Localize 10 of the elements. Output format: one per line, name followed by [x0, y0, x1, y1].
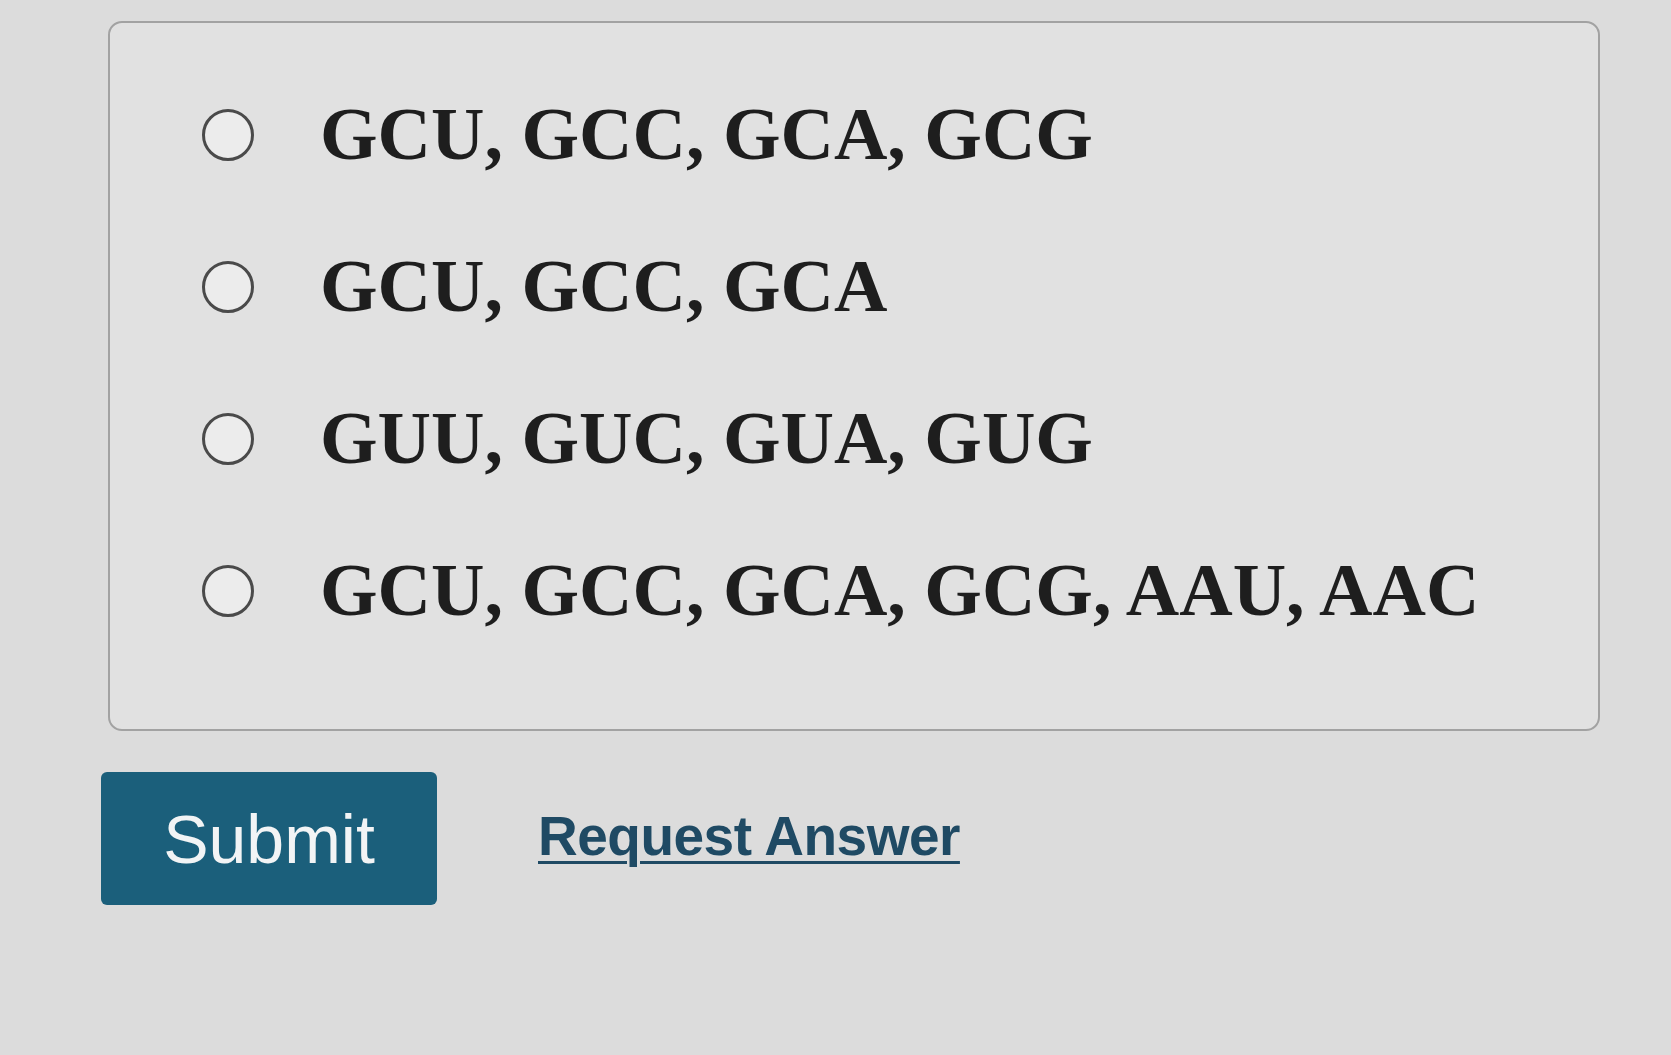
radio-button[interactable]	[202, 413, 254, 465]
request-answer-link[interactable]: Request Answer	[538, 803, 960, 868]
radio-button[interactable]	[202, 261, 254, 313]
radio-button[interactable]	[202, 565, 254, 617]
radio-button[interactable]	[202, 109, 254, 161]
submit-button[interactable]: Submit	[101, 772, 437, 905]
option-label: GUU, GUC, GUA, GUG	[320, 398, 1093, 480]
option-label: GCU, GCC, GCA, GCG, AAU, AAC	[320, 550, 1480, 632]
option-label: GCU, GCC, GCA, GCG	[320, 94, 1093, 176]
option-label: GCU, GCC, GCA	[320, 246, 888, 328]
